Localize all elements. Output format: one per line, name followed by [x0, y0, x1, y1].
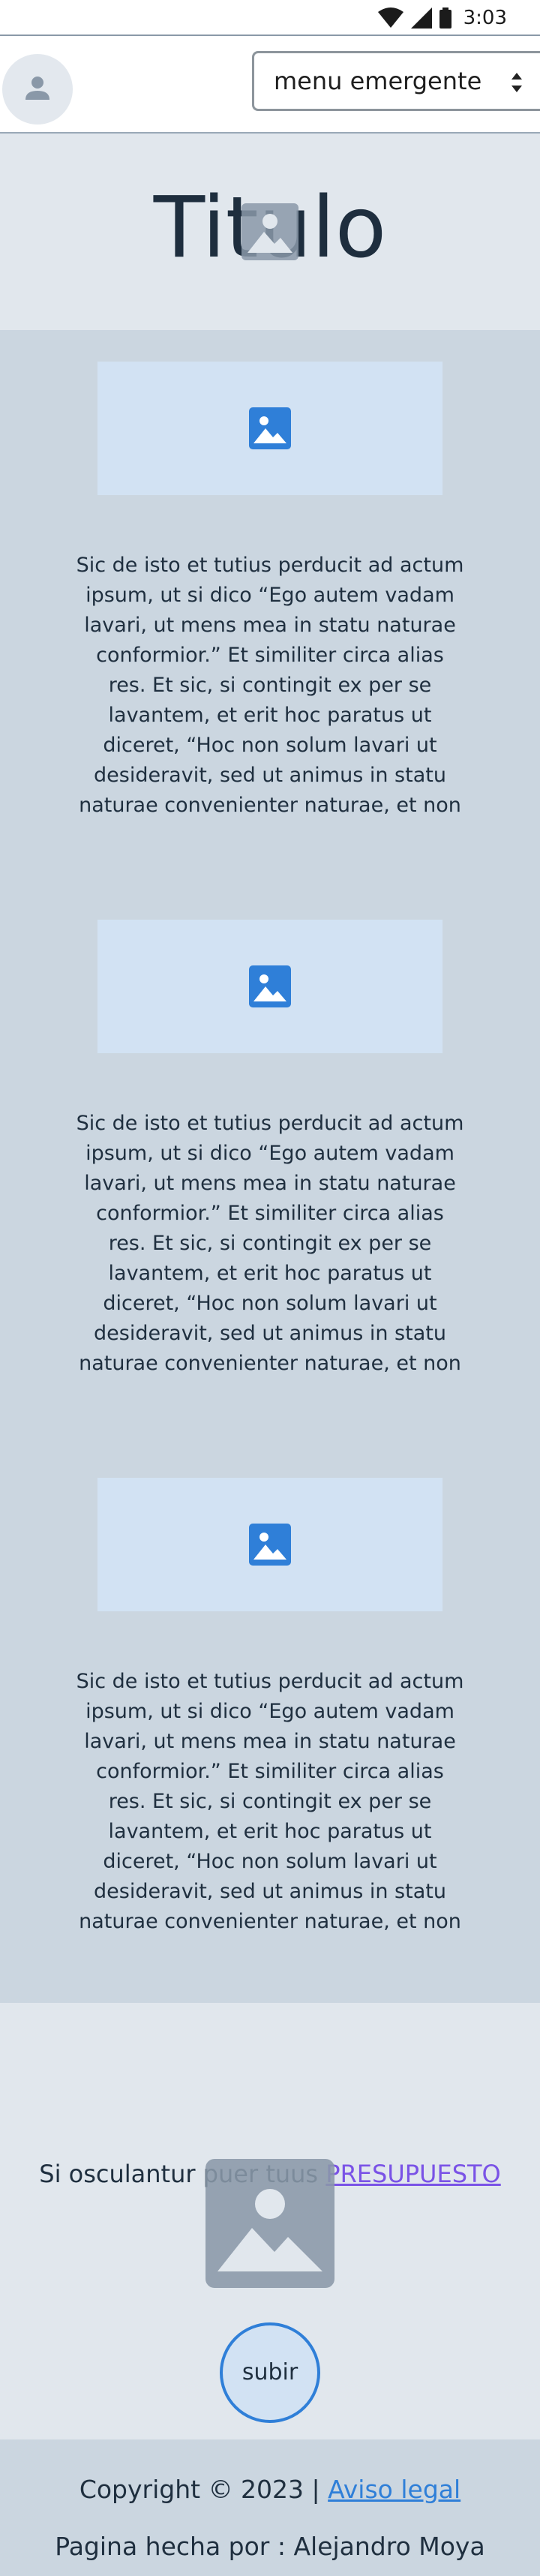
top-bar: menu emergente — [0, 36, 540, 134]
battery-icon — [440, 8, 452, 29]
article-text: Sic de isto et tutius perducit ad actum … — [76, 1112, 464, 1375]
article-text: Sic de isto et tutius perducit ad actum … — [76, 554, 464, 817]
presupuesto-link[interactable]: PRESUPUESTO — [326, 2160, 500, 2188]
menu-dropdown-label: menu emergente — [274, 67, 482, 95]
image-icon — [249, 407, 291, 449]
legal-link[interactable]: Aviso legal — [328, 2475, 460, 2504]
image-icon — [249, 1524, 291, 1566]
cta-image — [206, 2159, 334, 2288]
user-icon — [26, 77, 50, 100]
signal-icon — [411, 8, 432, 29]
image-icon — [218, 2189, 322, 2271]
footer-credit: Pagina hecha por : Alejandro Moya — [55, 2532, 485, 2561]
status-icons — [378, 6, 452, 30]
dropdown-arrows-icon — [512, 73, 522, 92]
footer-copyright-line: Copyright © 2023 | Aviso legal — [0, 2474, 540, 2505]
image-icon — [249, 965, 291, 1007]
image-icon — [242, 203, 298, 260]
article-image — [98, 1478, 442, 1611]
copyright-text: Copyright © 2023 | — [79, 2475, 328, 2504]
articles-section: Sic de isto et tutius perducit ad actum … — [0, 330, 540, 2003]
cta-section: Si osculantur puer tuus PRESUPUESTO subi… — [0, 2003, 540, 2439]
status-bar: 3:03 — [0, 0, 540, 36]
article-text: Sic de isto et tutius perducit ad actum … — [76, 1670, 464, 1933]
article-image — [98, 920, 442, 1053]
menu-dropdown[interactable]: menu emergente — [252, 51, 540, 111]
scroll-up-button[interactable]: subir — [220, 2322, 320, 2423]
wifi-icon — [378, 8, 404, 28]
footer: Copyright © 2023 | Aviso legal Pagina he… — [0, 2439, 540, 2576]
avatar[interactable] — [2, 54, 73, 125]
article-image — [98, 362, 442, 495]
status-time: 3:03 — [463, 7, 507, 29]
hero-section: Titulo — [0, 134, 540, 330]
